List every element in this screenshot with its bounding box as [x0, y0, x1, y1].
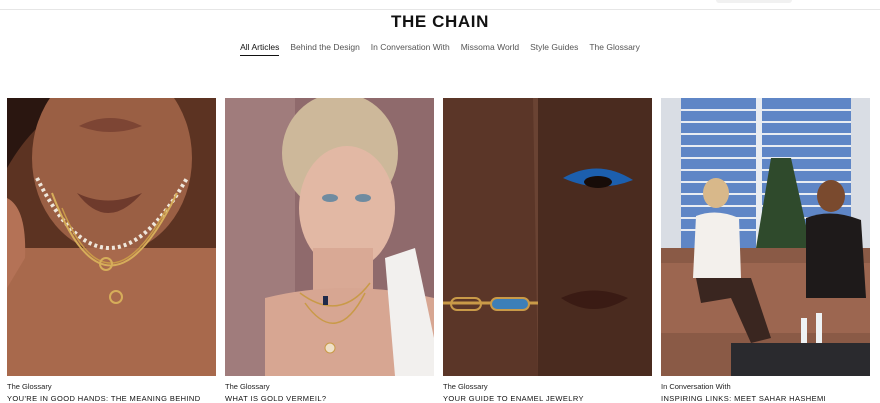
article-image[interactable]	[443, 98, 652, 376]
article-card[interactable]: In Conversation With INSPIRING LINKS: ME…	[661, 98, 870, 403]
tab-missoma-world[interactable]: Missoma World	[461, 42, 519, 56]
category-tabs: All Articles Behind the Design In Conver…	[0, 42, 880, 56]
top-bar	[0, 0, 880, 10]
article-category[interactable]: The Glossary	[225, 382, 434, 391]
article-category[interactable]: The Glossary	[443, 382, 652, 391]
article-title[interactable]: YOU'RE IN GOOD HANDS: THE MEANING BEHIND	[7, 394, 216, 403]
tab-style-guides[interactable]: Style Guides	[530, 42, 578, 56]
tab-all-articles[interactable]: All Articles	[240, 42, 280, 56]
article-category[interactable]: In Conversation With	[661, 382, 870, 391]
article-card[interactable]: The Glossary YOUR GUIDE TO ENAMEL JEWELR…	[443, 98, 652, 403]
tab-in-conversation-with[interactable]: In Conversation With	[371, 42, 450, 56]
tab-behind-the-design[interactable]: Behind the Design	[290, 42, 359, 56]
article-category[interactable]: The Glossary	[7, 382, 216, 391]
article-card[interactable]: The Glossary WHAT IS GOLD VERMEIL?	[225, 98, 434, 403]
article-card[interactable]: The Glossary YOU'RE IN GOOD HANDS: THE M…	[7, 98, 216, 403]
article-image[interactable]	[7, 98, 216, 376]
page-title: THE CHAIN	[391, 12, 489, 31]
article-title[interactable]: YOUR GUIDE TO ENAMEL JEWELRY	[443, 394, 652, 403]
article-image[interactable]	[225, 98, 434, 376]
search-bar[interactable]	[716, 0, 792, 3]
article-title[interactable]: INSPIRING LINKS: MEET SAHAR HASHEMI	[661, 394, 870, 403]
article-image[interactable]	[661, 98, 870, 376]
article-title[interactable]: WHAT IS GOLD VERMEIL?	[225, 394, 434, 403]
tab-the-glossary[interactable]: The Glossary	[589, 42, 640, 56]
